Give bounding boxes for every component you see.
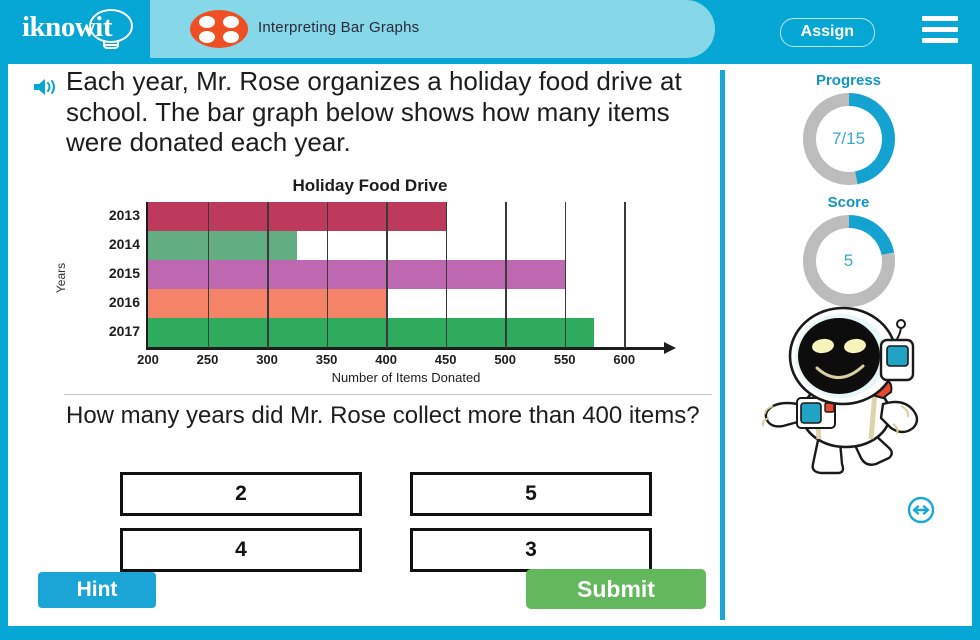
chart-x-tick-label: 600	[613, 352, 636, 367]
progress-value: 7/15	[815, 106, 882, 172]
lesson-pane: Each year, Mr. Rose organizes a holiday …	[8, 64, 720, 626]
bar-chart: Holiday Food Drive Years 2013 2014 2015 201…	[54, 176, 680, 386]
assign-button[interactable]: Assign	[779, 18, 875, 47]
chart-y-tick-label: 2015	[108, 265, 140, 281]
score-value: 5	[815, 228, 882, 294]
answer-options: 2 5 4 3	[120, 472, 652, 572]
chart-bar-row: 2017	[109, 318, 654, 347]
chart-y-tick-label: 2016	[108, 294, 140, 310]
chart-x-tick-label: 250	[196, 352, 219, 367]
chart-x-axis-label: Number of Items Donated	[331, 370, 481, 385]
chart-x-tick-label: 450	[434, 352, 457, 367]
chart-bar	[148, 202, 446, 231]
chart-bar-row: 2016	[109, 289, 654, 318]
answer-option-4[interactable]: 4	[120, 528, 362, 572]
app-header: iknowit Interpreting Bar Graphs Assign	[0, 0, 980, 58]
section-divider	[64, 394, 712, 395]
score-meter: Score 5	[725, 194, 972, 307]
chart-gridline	[505, 202, 507, 348]
hamburger-menu-icon[interactable]	[922, 16, 958, 43]
lesson-prompt: Each year, Mr. Rose organizes a holiday …	[66, 66, 682, 158]
score-donut: 5	[802, 215, 895, 307]
chart-y-tick-label: 2017	[108, 323, 140, 339]
chart-x-tick-label: 200	[137, 352, 159, 367]
brand-logo[interactable]: iknowit	[0, 0, 150, 58]
progress-label: Progress	[815, 72, 882, 89]
chart-x-tick-label: 500	[494, 352, 517, 367]
status-pane: Progress 7/15 Score 5	[725, 64, 972, 626]
progress-donut: 7/15	[802, 93, 895, 185]
chart-gridline	[564, 202, 567, 348]
lesson-tab-label: Interpreting Bar Graphs	[258, 19, 420, 36]
chart-x-tick-label: 350	[315, 352, 338, 367]
chart-bar-row: 2015	[109, 260, 654, 289]
submit-button[interactable]: Submit	[526, 569, 706, 609]
horizontal-resize-icon[interactable]	[907, 496, 935, 524]
chart-plot-area: 2013 2014 2015 2016 2017	[109, 202, 654, 347]
chart-y-tick-label: 2013	[108, 207, 140, 223]
chart-gridline	[326, 202, 329, 348]
answer-option-2[interactable]: 2	[120, 472, 362, 516]
content-frame: Each year, Mr. Rose organizes a holiday …	[0, 58, 980, 640]
chart-bar	[148, 231, 297, 260]
chart-x-axis-arrow	[664, 342, 676, 354]
chart-title: Holiday Food Drive	[292, 176, 448, 195]
chart-x-tick-label: 550	[553, 352, 576, 367]
chart-gridline	[624, 202, 626, 348]
chart-y-tick-label: 2014	[108, 236, 140, 252]
chart-bar	[148, 260, 565, 289]
chart-y-axis-label: Years	[54, 262, 69, 294]
astronaut-mascot	[743, 306, 943, 481]
hint-button[interactable]: Hint	[38, 572, 156, 608]
chart-bar-row: 2014	[109, 231, 654, 260]
chart-x-tick-label: 400	[375, 352, 397, 367]
audio-speaker-icon[interactable]	[32, 76, 60, 98]
app-window: iknowit Interpreting Bar Graphs Assign E…	[0, 0, 980, 640]
chart-gridline	[267, 202, 269, 348]
chart-bar	[148, 318, 595, 347]
chart-gridline	[386, 202, 388, 348]
lightbulb-line-icon	[103, 44, 119, 46]
content-area: Each year, Mr. Rose organizes a holiday …	[8, 64, 972, 626]
chart-bar-row: 2013	[109, 202, 654, 231]
chart-gridline	[445, 202, 448, 348]
progress-meter: Progress 7/15	[725, 72, 972, 185]
chart-x-tick-label: 300	[256, 352, 278, 367]
answer-option-5[interactable]: 5	[410, 472, 652, 516]
chart-gridline	[207, 202, 210, 348]
answer-option-3[interactable]: 3	[410, 528, 652, 572]
chart-x-axis	[146, 347, 666, 350]
lightbulb-icon	[89, 9, 133, 43]
score-label: Score	[827, 194, 870, 211]
question-text: How many years did Mr. Rose collect more…	[66, 402, 700, 429]
four-dots-icon	[190, 10, 248, 48]
lesson-tab[interactable]: Interpreting Bar Graphs	[150, 0, 715, 58]
